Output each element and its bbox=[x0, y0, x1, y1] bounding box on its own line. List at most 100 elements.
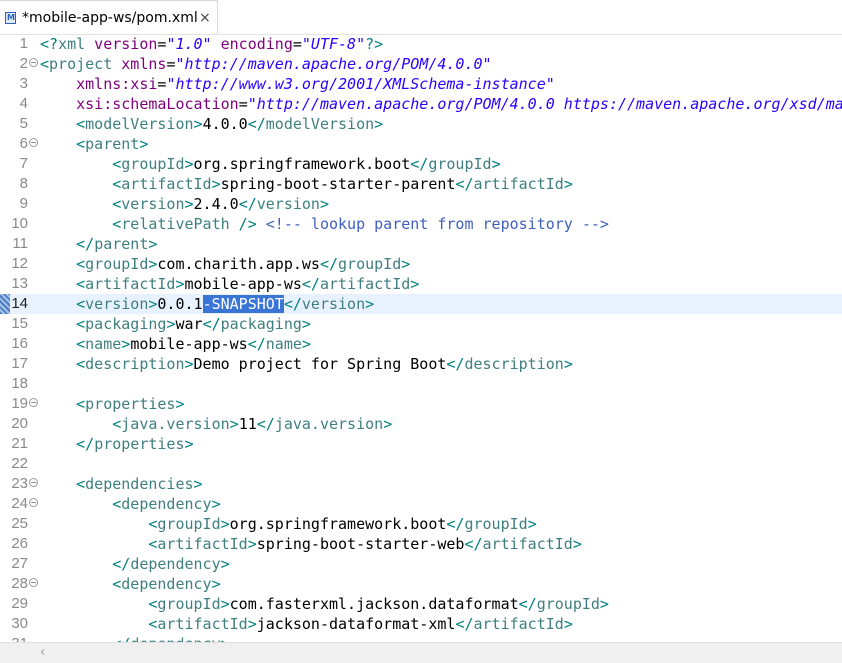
code-token: Demo project for Spring Boot bbox=[193, 355, 447, 373]
code-token: artifactId bbox=[473, 175, 564, 193]
code-token: packaging bbox=[85, 315, 167, 333]
code-line[interactable]: 24− <dependency> bbox=[0, 494, 842, 514]
code-token: version bbox=[301, 295, 366, 313]
line-number: 20 bbox=[11, 415, 28, 432]
code-line[interactable]: 23− <dependencies> bbox=[0, 474, 842, 494]
code-line[interactable]: 19− <properties> bbox=[0, 394, 842, 414]
code-token: war bbox=[175, 315, 203, 333]
code-token: dependency bbox=[130, 555, 221, 573]
code-line[interactable]: 31 </dependency> bbox=[0, 634, 842, 642]
line-gutter: 20 bbox=[0, 414, 40, 434]
code-line[interactable]: 30 <artifactId>jackson-dataformat-xml</a… bbox=[0, 614, 842, 634]
line-gutter: 24− bbox=[0, 494, 40, 514]
code-token: </ bbox=[455, 615, 474, 633]
code-line[interactable]: 2− <project xmlns="http://maven.apache.or… bbox=[0, 54, 842, 74]
code-line[interactable]: 9 <version>2.4.0</version> bbox=[0, 194, 842, 214]
line-number: 27 bbox=[11, 555, 28, 572]
code-line[interactable]: 15 <packaging>war</packaging> bbox=[0, 314, 842, 334]
code-token: groupId bbox=[338, 255, 402, 273]
code-line[interactable]: 1 <?xml version="1.0" encoding="UTF-8"?> bbox=[0, 34, 842, 54]
horizontal-scrollbar[interactable]: ‹ bbox=[0, 642, 842, 663]
fold-toggle-icon[interactable]: − bbox=[29, 138, 38, 147]
code-line[interactable]: 29 <groupId>com.fasterxml.jackson.datafo… bbox=[0, 594, 842, 614]
code-token: <? bbox=[40, 35, 59, 53]
code-line[interactable]: 5 <modelVersion>4.0.0</modelVersion> bbox=[0, 114, 842, 134]
code-line[interactable]: 18 bbox=[0, 374, 842, 394]
code-token: artifactId bbox=[157, 535, 248, 553]
code-token: </ bbox=[76, 235, 95, 253]
fold-toggle-icon[interactable]: − bbox=[29, 478, 38, 487]
code-token: artifactId bbox=[121, 175, 212, 193]
line-gutter: 4 bbox=[0, 94, 40, 114]
line-number: 5 bbox=[19, 115, 28, 132]
code-line[interactable]: 17 <description>Demo project for Spring … bbox=[0, 354, 842, 374]
code-line[interactable]: 6− <parent> bbox=[0, 134, 842, 154]
fold-toggle-icon[interactable]: − bbox=[29, 578, 38, 587]
code-line[interactable]: 21 </properties> bbox=[0, 434, 842, 454]
line-number: 22 bbox=[11, 455, 28, 472]
code-line[interactable]: 14 <version>0.0.1-SNAPSHOT</version> bbox=[0, 294, 842, 314]
code-text: <artifactId>spring-boot-starter-web</art… bbox=[40, 535, 582, 553]
line-number: 8 bbox=[19, 175, 28, 192]
line-gutter: 31 bbox=[0, 634, 40, 642]
code-token: > bbox=[301, 315, 311, 333]
code-line[interactable]: 25 <groupId>org.springframework.boot</gr… bbox=[0, 514, 842, 534]
line-gutter: 18 bbox=[0, 374, 40, 394]
tab-title: *mobile-app-ws/pom.xml bbox=[22, 10, 198, 26]
code-token: artifactId bbox=[473, 615, 564, 633]
code-token: xsi:schemaLocation bbox=[76, 95, 239, 113]
line-number: 1 bbox=[19, 35, 28, 52]
code-line[interactable]: 27 </dependency> bbox=[0, 554, 842, 574]
line-number: 7 bbox=[19, 155, 28, 172]
fold-toggle-icon[interactable]: − bbox=[29, 498, 38, 507]
code-line[interactable]: 8 <artifactId>spring-boot-starter-parent… bbox=[0, 174, 842, 194]
code-line[interactable]: 16 <name>mobile-app-ws</name> bbox=[0, 334, 842, 354]
line-gutter: 27 bbox=[0, 554, 40, 574]
line-number: 26 bbox=[11, 535, 28, 552]
code-token: > bbox=[220, 555, 230, 573]
code-text: </dependency> bbox=[40, 635, 229, 642]
code-line[interactable]: 26 <artifactId>spring-boot-starter-web</… bbox=[0, 534, 842, 554]
code-line[interactable]: 4 xsi:schemaLocation="http://maven.apach… bbox=[0, 94, 842, 114]
editor-tab-pom-xml[interactable]: M *mobile-app-ws/pom.xml × bbox=[0, 0, 218, 34]
code-token: </ bbox=[202, 315, 221, 333]
code-line[interactable]: 10 <relativePath /> <!-- lookup parent f… bbox=[0, 214, 842, 234]
code-line[interactable]: 13 <artifactId>mobile-app-ws</artifactId… bbox=[0, 274, 842, 294]
code-line[interactable]: 28− <dependency> bbox=[0, 574, 842, 594]
line-number: 23 bbox=[11, 475, 28, 492]
code-token: dependencies bbox=[85, 475, 194, 493]
code-line[interactable]: 20 <java.version>11</java.version> bbox=[0, 414, 842, 434]
code-token: description bbox=[464, 355, 564, 373]
code-token: > bbox=[229, 415, 239, 433]
scroll-left-arrow-icon[interactable]: ‹ bbox=[40, 645, 45, 661]
code-token: groupId bbox=[464, 515, 528, 533]
code-token: 0.0.1 bbox=[157, 295, 203, 313]
code-text: <?xml version="1.0" encoding="UTF-8"?> bbox=[40, 35, 383, 53]
code-token: </ bbox=[464, 535, 483, 553]
line-number: 4 bbox=[19, 95, 28, 112]
close-icon[interactable]: × bbox=[199, 9, 211, 27]
code-token: 2.4.0 bbox=[193, 195, 239, 213]
code-line[interactable]: 7 <groupId>org.springframework.boot</gro… bbox=[0, 154, 842, 174]
line-number: 24 bbox=[11, 495, 28, 512]
code-token: ?> bbox=[365, 35, 384, 53]
code-token: 4.0.0 bbox=[202, 115, 248, 133]
code-token: version bbox=[85, 35, 158, 53]
code-text: <groupId>com.fasterxml.jackson.dataforma… bbox=[40, 595, 609, 613]
code-editor[interactable]: 1 <?xml version="1.0" encoding="UTF-8"?> 2… bbox=[0, 34, 842, 642]
code-line[interactable]: 22 bbox=[0, 454, 842, 474]
code-token: xmlns bbox=[112, 55, 167, 73]
code-text: xmlns:xsi="http://www.w3.org/2001/XMLSch… bbox=[40, 75, 555, 93]
fold-toggle-icon[interactable]: − bbox=[29, 58, 38, 67]
code-token: version bbox=[85, 295, 149, 313]
code-line[interactable]: 3 xmlns:xsi="http://www.w3.org/2001/XMLS… bbox=[0, 74, 842, 94]
line-number: 6 bbox=[19, 135, 28, 152]
line-number: 2 bbox=[19, 55, 28, 72]
fold-toggle-icon[interactable]: − bbox=[29, 398, 38, 407]
code-line[interactable]: 11 </parent> bbox=[0, 234, 842, 254]
code-line[interactable]: 12 <groupId>com.charith.app.ws</groupId> bbox=[0, 254, 842, 274]
